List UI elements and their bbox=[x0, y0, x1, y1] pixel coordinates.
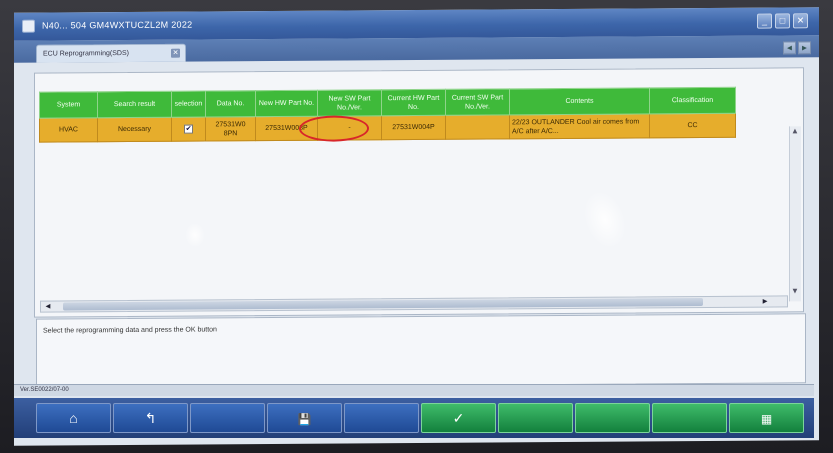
cell-current-hw: 27531W004P bbox=[381, 115, 446, 140]
app-icon bbox=[22, 19, 35, 33]
ok-button[interactable]: ✓ bbox=[421, 403, 496, 433]
grid-icon: ▦ bbox=[760, 412, 773, 426]
scroll-down-icon[interactable]: ▼ bbox=[791, 286, 799, 295]
bottom-toolbar: ⌂ ↰ 💾 ✓ ▦ bbox=[14, 398, 814, 438]
disk-icon: 💾 bbox=[297, 414, 312, 426]
toolbar-button-10[interactable]: ▦ bbox=[729, 403, 804, 433]
col-header-new-sw[interactable]: New SW Part No./Ver. bbox=[317, 89, 382, 117]
scroll-left-icon[interactable]: ◄ bbox=[44, 302, 52, 311]
tab-nav-left-button[interactable]: ◄ bbox=[783, 41, 796, 55]
cell-classification: CC bbox=[649, 113, 736, 138]
scroll-right-icon[interactable]: ► bbox=[761, 297, 769, 306]
vertical-scrollbar[interactable]: ▲ ▼ bbox=[789, 126, 801, 302]
cell-data-no: 27531W0 8PN bbox=[205, 116, 256, 141]
cell-system: HVAC bbox=[39, 117, 98, 143]
selection-checkbox[interactable]: ✔ bbox=[184, 124, 193, 134]
toolbar-button-7[interactable] bbox=[498, 403, 573, 433]
back-arrow-icon: ↰ bbox=[144, 410, 157, 426]
back-button[interactable]: ↰ bbox=[113, 403, 188, 433]
monitor-bezel: N40... 504 GM4WXTUCZL2M 2022 _ □ ✕ ECU R… bbox=[0, 0, 833, 453]
screen-glare-small bbox=[185, 222, 205, 248]
tab-ecu-reprogramming[interactable]: ECU Reprogramming(SDS) ✕ bbox=[36, 43, 186, 63]
cell-contents: 22/23 OUTLANDER Cool air comes from A/C … bbox=[509, 113, 650, 139]
tab-nav-arrows: ◄ ► bbox=[781, 37, 811, 55]
col-header-search-result[interactable]: Search result bbox=[97, 91, 172, 118]
tab-nav-right-button[interactable]: ► bbox=[798, 41, 811, 55]
save-button[interactable]: 💾 bbox=[267, 403, 342, 433]
col-header-contents[interactable]: Contents bbox=[509, 87, 650, 115]
tab-close-icon[interactable]: ✕ bbox=[171, 48, 180, 58]
toolbar-button-5[interactable] bbox=[344, 403, 419, 433]
minimize-button[interactable]: _ bbox=[757, 13, 772, 29]
table-row[interactable]: HVAC Necessary ✔ 27531W0 8PN 27531W008P … bbox=[39, 113, 736, 143]
col-header-system[interactable]: System bbox=[39, 91, 98, 119]
app-screen: N40... 504 GM4WXTUCZL2M 2022 _ □ ✕ ECU R… bbox=[14, 7, 819, 446]
home-icon: ⌂ bbox=[69, 410, 78, 426]
toolbar-button-9[interactable] bbox=[652, 403, 727, 433]
col-header-new-hw[interactable]: New HW Part No. bbox=[255, 90, 318, 117]
version-bar: Ver.SE0022/07-00 bbox=[14, 384, 814, 396]
col-header-data-no[interactable]: Data No. bbox=[205, 90, 256, 117]
version-label: Ver.SE0022/07-00 bbox=[20, 387, 69, 393]
col-header-selection[interactable]: selection bbox=[171, 90, 206, 118]
maximize-button[interactable]: □ bbox=[775, 13, 790, 29]
reprogramming-table: System Search result selection Data No. … bbox=[39, 87, 736, 143]
close-window-button[interactable]: ✕ bbox=[793, 13, 808, 29]
screen-glare bbox=[575, 184, 635, 255]
scrollbar-thumb[interactable] bbox=[63, 297, 703, 311]
tab-strip: ECU Reprogramming(SDS) ✕ bbox=[14, 35, 819, 63]
checkmark-icon: ✓ bbox=[452, 410, 465, 426]
toolbar-button-3[interactable] bbox=[190, 403, 265, 433]
toolbar-button-8[interactable] bbox=[575, 403, 650, 433]
scroll-up-icon[interactable]: ▲ bbox=[791, 126, 799, 135]
col-header-current-hw[interactable]: Current HW Part No. bbox=[381, 89, 446, 116]
reprogramming-list-panel: System Search result selection Data No. … bbox=[34, 67, 804, 318]
cell-search-result: Necessary bbox=[97, 117, 172, 142]
cell-selection[interactable]: ✔ bbox=[171, 116, 206, 142]
cell-current-sw bbox=[445, 114, 510, 140]
tab-label: ECU Reprogramming(SDS) bbox=[43, 50, 129, 58]
col-header-current-sw[interactable]: Current SW Part No./Ver. bbox=[445, 88, 510, 116]
col-header-classification[interactable]: Classification bbox=[649, 87, 736, 114]
window-title: N40... 504 GM4WXTUCZL2M 2022 bbox=[42, 19, 193, 31]
instruction-message: Select the reprogramming data and press … bbox=[43, 326, 217, 335]
home-button[interactable]: ⌂ bbox=[36, 403, 111, 433]
message-box: Select the reprogramming data and press … bbox=[36, 313, 806, 389]
